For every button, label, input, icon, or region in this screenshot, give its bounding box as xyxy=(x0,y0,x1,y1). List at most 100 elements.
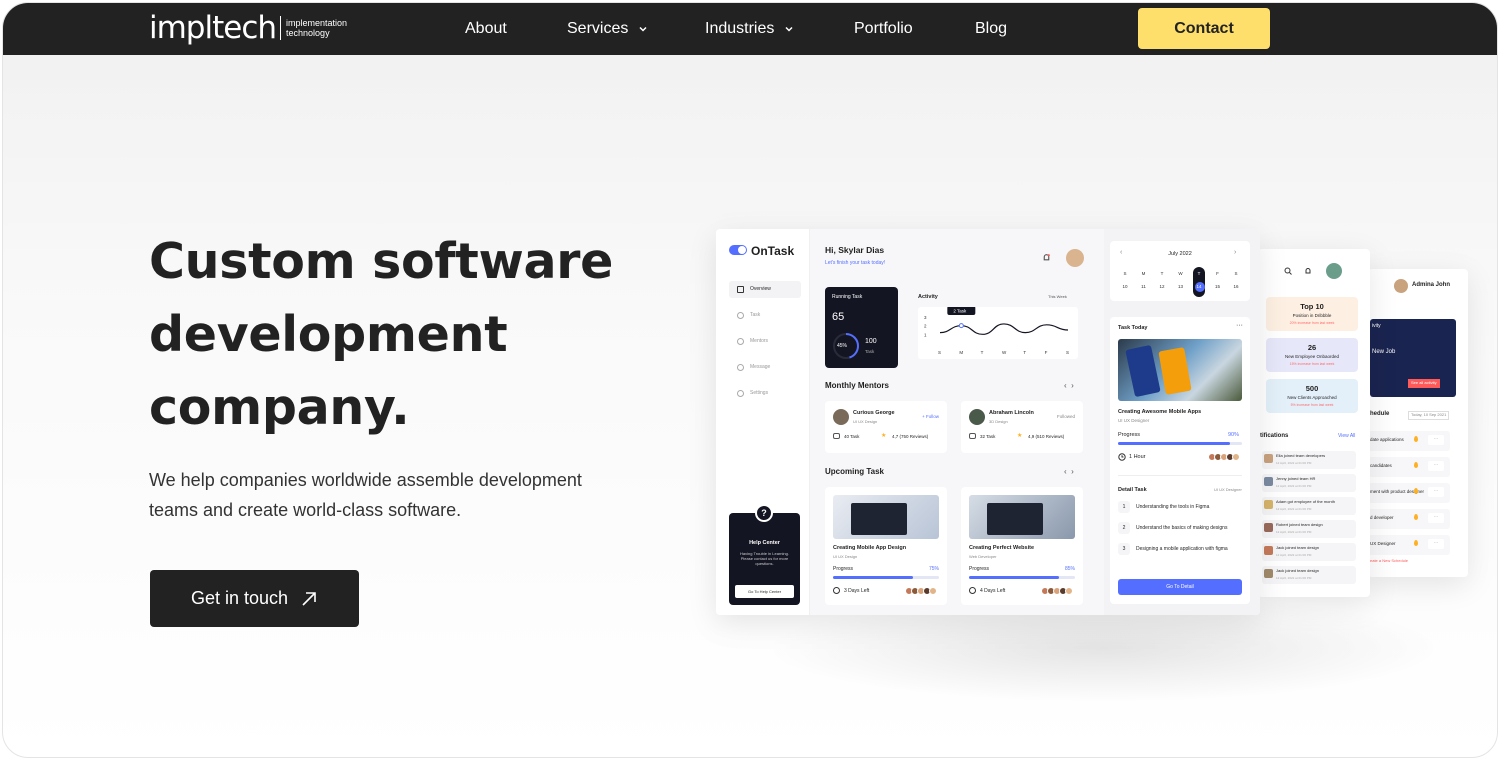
notification-text: Robert joined team design xyxy=(1276,522,1323,527)
menu-item-label: Task xyxy=(750,312,761,318)
running-task-card: Running Task 65 45% 100 Task xyxy=(825,287,898,368)
star-icon: ★ xyxy=(1017,433,1023,439)
bell-icon xyxy=(1043,254,1050,261)
task-progress-fill xyxy=(833,576,913,579)
running-task-count: 65 xyxy=(832,311,845,323)
nav-link-about[interactable]: About xyxy=(465,20,507,38)
hero-title-line-3: company. xyxy=(149,379,410,436)
help-center-button: Go To Help Center xyxy=(735,585,794,598)
nav-services-label: Services xyxy=(567,20,629,37)
get-in-touch-button[interactable]: Get in touch xyxy=(150,570,359,627)
dashboard-mockup-back: Admina John ivity New Job See all activi… xyxy=(1368,269,1468,577)
notification-text: Jack joined team design xyxy=(1276,568,1319,573)
activity-range-select: This Week xyxy=(1048,294,1067,299)
calendar-month: July 2022 xyxy=(1168,251,1192,257)
menu-item-label: Settings xyxy=(750,390,769,396)
activity-banner: ivity New Job See all activity xyxy=(1370,319,1456,397)
clock-icon xyxy=(833,587,840,594)
more-icon: ··· xyxy=(1428,487,1444,497)
question-icon: ? xyxy=(755,504,773,522)
schedule-item: candidates ··· xyxy=(1368,457,1450,477)
nav-link-industries[interactable]: Industries xyxy=(705,20,794,38)
x-tick-label: S xyxy=(1066,350,1069,355)
activity-tooltip-label: 2 Task xyxy=(953,309,967,314)
notification-text: Ella joined team developers xyxy=(1276,453,1326,458)
mentor-follow-button: + Follow xyxy=(922,414,939,419)
schedule-item: date applications ··· xyxy=(1368,431,1450,451)
avatar xyxy=(1326,263,1342,279)
running-task-percent: 45% xyxy=(837,343,848,349)
task-days-left: 3 Days Left xyxy=(844,588,870,594)
banner-subtitle: New Job xyxy=(1372,349,1396,355)
nav-blog-label: Blog xyxy=(975,20,1008,37)
menu-icon xyxy=(737,338,744,345)
flame-icon xyxy=(1414,540,1418,546)
calendar-weekday: F xyxy=(1216,271,1219,276)
avatar xyxy=(1264,546,1273,555)
help-center-card: ? Help Center Having Trouble in Learning… xyxy=(729,504,800,605)
help-text: Having Trouble in Learning. Please contac… xyxy=(729,551,800,567)
schedule-item: ment with product designer ··· xyxy=(1368,483,1450,503)
task-today-title: Creating Awesome Mobile Apps xyxy=(1118,409,1202,415)
calendar-date: 15 xyxy=(1214,284,1220,289)
avatar xyxy=(1394,279,1408,293)
notifications-label: tifications xyxy=(1260,433,1289,439)
task-image xyxy=(969,495,1075,539)
avatar xyxy=(1066,249,1084,267)
task-percent: 75% xyxy=(928,566,939,572)
clock-icon xyxy=(1118,453,1126,461)
notification-date: 12 April, 2022 at 01:00 PM xyxy=(1276,576,1312,580)
logo[interactable]: impltech implementation technology xyxy=(149,9,347,47)
calendar-weekday: S xyxy=(1234,271,1238,276)
notification-text: Jenny joined team HR xyxy=(1276,476,1316,481)
greeting-subtitle: Let's finish your task today! xyxy=(825,260,886,266)
x-tick-label: F xyxy=(1045,350,1048,355)
task-category: Web Developer xyxy=(969,554,997,559)
mock-sidebar: OnTask Overview Task Mentors Message Setting… xyxy=(716,229,810,615)
nav-link-blog[interactable]: Blog xyxy=(975,20,1007,38)
contact-button[interactable]: Contact xyxy=(1138,8,1270,49)
nav-link-services[interactable]: Services xyxy=(567,20,648,38)
banner-title: ivity xyxy=(1372,323,1381,329)
running-task-total: 100 xyxy=(865,338,877,345)
notification-text: Adam got employee of the month xyxy=(1276,499,1335,504)
logo-wordmark: impltech xyxy=(149,10,277,46)
notification-item: Jenny joined team HR 12 April, 2022 at 01… xyxy=(1262,474,1356,492)
mentor-name: Abraham Lincoln xyxy=(989,410,1034,416)
notification-item: Adam got employee of the month 12 April, … xyxy=(1262,497,1356,515)
notification-item: Ella joined team developers 12 April, 202… xyxy=(1262,451,1356,469)
hero-title: Custom software development company. xyxy=(149,225,613,444)
calendar-weekday: M xyxy=(1141,271,1146,276)
mock-main: Hi, Skylar Dias Let's finish your task t… xyxy=(810,229,1104,615)
menu-item-label: Mentors xyxy=(750,338,769,344)
calendar-date: 10 xyxy=(1122,284,1128,289)
notification-text: Jack joined team design xyxy=(1276,545,1319,550)
schedule-item: UX Designer ··· xyxy=(1368,535,1450,555)
stat-label: Position in Dribbble xyxy=(1292,313,1332,318)
notification-date: 12 April, 2022 at 01:00 PM xyxy=(1276,553,1312,557)
stat-card: 500 New Clients Approached 5% increase fro… xyxy=(1266,379,1358,413)
step-number: 1 xyxy=(1118,501,1130,513)
avatar xyxy=(1264,500,1273,509)
more-icon: ··· xyxy=(1428,435,1444,445)
stat-label: New Clients Approached xyxy=(1287,395,1337,400)
task-today-percent: 90% xyxy=(1228,432,1240,438)
mentor-card: Abraham Lincoln 3D Design Followed 32 Task ★… xyxy=(961,401,1083,453)
stat-note: 20% increase from last week xyxy=(1289,321,1335,325)
user-name: Admina John xyxy=(1412,282,1451,288)
nav-link-portfolio[interactable]: Portfolio xyxy=(854,20,913,38)
star-icon: ★ xyxy=(881,433,887,439)
menu-icon xyxy=(737,364,744,371)
mentors-pager-arrows: ‹ › xyxy=(1064,381,1074,390)
stat-number: Top 10 xyxy=(1300,302,1324,311)
task-avatars xyxy=(905,587,937,595)
task-today-avatars xyxy=(1208,453,1240,461)
flame-icon xyxy=(1414,514,1418,520)
chevron-down-icon xyxy=(639,26,647,32)
monthly-mentors-label: Monthly Mentors xyxy=(825,381,889,390)
new-schedule-link: eate a New Schedule xyxy=(1370,558,1409,563)
greeting: Hi, Skylar Dias xyxy=(825,245,885,255)
task-title: Creating Perfect Website xyxy=(969,545,1035,551)
help-title: Help Center xyxy=(749,540,780,546)
calendar-date: 16 xyxy=(1233,284,1239,289)
